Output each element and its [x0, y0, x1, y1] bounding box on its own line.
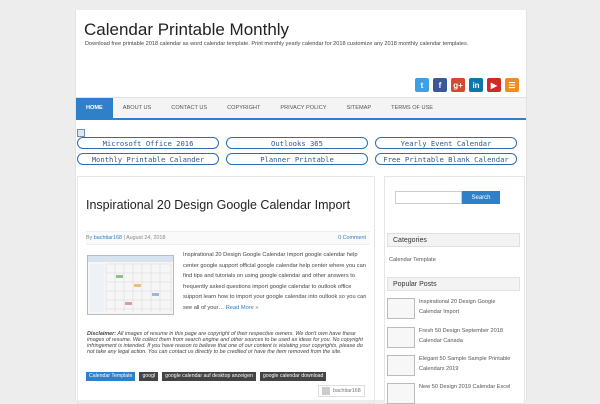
post-date: | August 24, 2018 [123, 235, 166, 241]
sidebar: Search Categories Calendar Template Popu… [384, 176, 525, 404]
search-input[interactable] [395, 191, 462, 204]
rss-icon[interactable]: ☰ [505, 78, 519, 92]
byline-name: bachtiar168 [333, 388, 361, 394]
meta-by: By [86, 235, 93, 241]
site-title[interactable]: Calendar Printable Monthly [84, 20, 289, 40]
nav-home[interactable]: HOME [76, 98, 113, 118]
popular-post-item[interactable]: New 50 Design 2019 Calendar Excel [387, 383, 519, 404]
page-container: Calendar Printable Monthly Download free… [75, 10, 527, 404]
disclaimer-text: All images of resume in this page are co… [87, 331, 363, 355]
post-tags: Calendar Template googl google calendar … [86, 372, 327, 381]
pill-link-microsoft-office[interactable]: Microsoft Office 2016 [77, 137, 219, 149]
pill-link-free-printable-blank[interactable]: Free Printable Blank Calendar [375, 153, 517, 165]
nav-privacy-policy[interactable]: PRIVACY POLICY [270, 98, 336, 118]
popular-post-title[interactable]: Elegant 50 Sample Sample Printable Calen… [419, 355, 519, 376]
category-link-calendar-template[interactable]: Calendar Template [389, 257, 436, 263]
main-nav: HOME ABOUT US CONTACT US COPYRIGHT PRIVA… [76, 97, 526, 120]
post-thumbnail[interactable] [87, 255, 174, 315]
pill-link-yearly-event-calendar[interactable]: Yearly Event Calendar [375, 137, 517, 149]
nav-contact-us[interactable]: CONTACT US [161, 98, 217, 118]
popular-post-item[interactable]: Inspirational 20 Design Google Calendar … [387, 298, 519, 319]
post-excerpt-text: Inspirational 20 Design Google Calendar … [183, 252, 367, 311]
tag-googl[interactable]: googl [139, 372, 159, 381]
popular-post-thumbnail[interactable] [387, 327, 415, 348]
popular-post-title[interactable]: Inspirational 20 Design Google Calendar … [419, 298, 519, 319]
post-meta: By bachtiar168 | August 24, 2018 0 Comme… [86, 231, 370, 245]
popular-post-title[interactable]: New 50 Design 2019 Calendar Excel [419, 383, 510, 404]
popular-post-thumbnail[interactable] [387, 355, 415, 376]
linkedin-icon[interactable]: in [469, 78, 483, 92]
youtube-icon[interactable]: ▶ [487, 78, 501, 92]
calendar-screenshot-icon [88, 256, 173, 312]
facebook-icon[interactable]: f [433, 78, 447, 92]
site-description: Download free printable 2018 calendar as… [85, 41, 469, 47]
twitter-icon[interactable]: t [415, 78, 429, 92]
search-form: Search [395, 191, 500, 204]
avatar [322, 387, 330, 395]
search-button[interactable]: Search [462, 191, 500, 204]
social-icons: t f g+ in ▶ ☰ [415, 78, 519, 92]
popular-post-item[interactable]: Fresh 50 Design September 2018 Calendar … [387, 327, 519, 348]
author-byline[interactable]: bachtiar168 [318, 385, 365, 397]
broken-image-icon [77, 129, 85, 137]
comments-link[interactable]: 0 Comment [338, 232, 366, 244]
categories-heading: Categories [387, 233, 520, 247]
post-article: Inspirational 20 Design Google Calendar … [77, 176, 375, 404]
tag-calendar-template[interactable]: Calendar Template [86, 372, 136, 381]
nav-terms-of-use[interactable]: TERMS OF USE [381, 98, 443, 118]
post-title[interactable]: Inspirational 20 Design Google Calendar … [86, 197, 366, 213]
pill-link-monthly-printable[interactable]: Monthly Printable Calander [77, 153, 219, 165]
nav-copyright[interactable]: COPYRIGHT [217, 98, 270, 118]
popular-post-title[interactable]: Fresh 50 Design September 2018 Calendar … [419, 327, 519, 348]
disclaimer: Disclaimer: All images of resume in this… [87, 331, 369, 355]
pill-link-planner-printable[interactable]: Planner Printable [226, 153, 368, 165]
google-plus-icon[interactable]: g+ [451, 78, 465, 92]
tag-google-calendar-download[interactable]: google calendar download [259, 372, 327, 381]
nav-about-us[interactable]: ABOUT US [113, 98, 162, 118]
read-more-link[interactable]: Read More » [226, 305, 259, 311]
post-author-link[interactable]: bachtiar168 [94, 235, 122, 241]
popular-posts-heading: Popular Posts [387, 277, 520, 291]
nav-sitemap[interactable]: SITEMAP [337, 98, 382, 118]
popular-post-item[interactable]: Elegant 50 Sample Sample Printable Calen… [387, 355, 519, 376]
post-excerpt: Inspirational 20 Design Google Calendar … [183, 250, 371, 313]
popular-post-thumbnail[interactable] [387, 383, 415, 404]
pill-link-outlooks-365[interactable]: Outlooks 365 [226, 137, 368, 149]
tag-google-calendar-desktop[interactable]: google calendar auf desktop anzeigen [162, 372, 256, 381]
popular-post-thumbnail[interactable] [387, 298, 415, 319]
